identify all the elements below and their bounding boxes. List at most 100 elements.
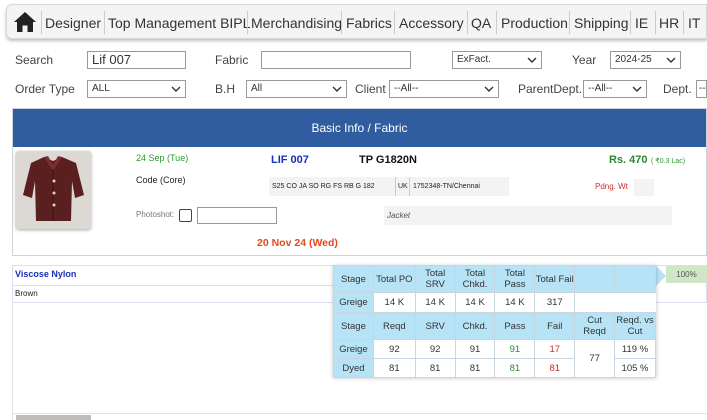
nav-divider <box>104 11 105 34</box>
po-reference: 1752348-TN/Chennai <box>409 177 480 196</box>
order-date: 24 Sep (Tue) <box>136 153 189 163</box>
fabric-input[interactable] <box>261 51 411 69</box>
stage-cell: Dyed <box>333 358 374 378</box>
table-cell: 81 <box>494 358 536 378</box>
photoshot-input[interactable] <box>197 207 277 224</box>
parent-dept-value: --All-- <box>588 83 613 94</box>
category-box: Jacket <box>384 206 672 225</box>
fabric-label: Fabric <box>215 53 249 67</box>
nav-divider <box>341 11 342 34</box>
product-photo[interactable] <box>16 151 91 229</box>
jacket-image <box>16 151 91 229</box>
date-type-value: ExFact. <box>457 54 491 65</box>
style-description: S25 CO JA SO RG FS RB G 182 <box>272 183 375 190</box>
nav-divider <box>496 11 497 34</box>
bh-select[interactable]: All <box>246 80 347 98</box>
header-cell: Reqd <box>372 312 416 340</box>
header-cell: Stage <box>333 312 374 340</box>
header-cell <box>614 265 656 293</box>
header-cell: Stage <box>333 265 374 293</box>
client-label: Client <box>355 82 386 96</box>
table-cell: 81 <box>534 358 576 378</box>
table-row: Greige 14 K 14 K 14 K 14 K 317 <box>333 292 656 313</box>
client-select[interactable]: --All-- <box>389 80 499 98</box>
nav-shipping[interactable]: Shipping <box>574 15 629 31</box>
stage-cell: Greige <box>333 292 374 313</box>
nav-designer[interactable]: Designer <box>45 15 101 31</box>
table-cell: 14 K <box>494 292 536 313</box>
year-select[interactable]: 2024-25 <box>610 51 681 69</box>
table-cell: 91 <box>454 339 496 359</box>
year-value: 2024-25 <box>615 54 652 65</box>
tooltip-arrow <box>656 266 666 286</box>
country-code: UK <box>395 177 408 196</box>
pending-weight: Pdng. Wt <box>595 182 628 191</box>
table-row: Greige 92 92 91 91 17 77 119 % <box>333 339 656 378</box>
fabric-name[interactable]: Viscose Nylon <box>15 269 76 279</box>
table-cell: 105 % <box>614 358 656 378</box>
table-cell: 17 <box>534 339 576 359</box>
nav-it[interactable]: IT <box>688 15 700 31</box>
header-cell: Total PO <box>372 265 416 293</box>
dept-select[interactable]: -- <box>696 80 707 98</box>
parent-dept-label: ParentDept. <box>518 82 583 96</box>
nav-fabrics[interactable]: Fabrics <box>346 15 392 31</box>
chevron-down-icon <box>171 86 181 92</box>
header-cell: Total SRV <box>414 265 456 293</box>
search-input[interactable]: Lif 007 <box>87 51 186 69</box>
table-cell: 81 <box>414 358 456 378</box>
nav-divider <box>683 11 684 34</box>
chevron-down-icon <box>666 57 676 63</box>
table-header-row: Stage Reqd SRV Chkd. Pass Fail Cut Reqd … <box>333 312 656 340</box>
nav-qa[interactable]: QA <box>471 15 491 31</box>
table-cell: 14 K <box>372 292 416 313</box>
category: Jacket <box>387 211 411 220</box>
fabric-percent: 100% <box>666 266 707 283</box>
nav-production[interactable]: Production <box>501 15 568 31</box>
nav-top-management[interactable]: Top Management BIPL <box>108 15 250 31</box>
table-cell: 81 <box>454 358 496 378</box>
chevron-down-icon <box>632 86 642 92</box>
style-number[interactable]: LIF 007 <box>271 154 309 166</box>
nav-ie[interactable]: IE <box>635 15 648 31</box>
cut-reqd-cell: 77 <box>574 339 616 378</box>
price-lac: ( ₹0.3 Lac) <box>651 158 686 165</box>
ex-factory-date: 20 Nov 24 (Wed) <box>257 237 338 249</box>
table-cell: 81 <box>372 358 416 378</box>
header-cell: Chkd. <box>454 312 496 340</box>
header-cell: SRV <box>414 312 456 340</box>
nav-merchandising[interactable]: Merchandising <box>251 15 342 31</box>
date-type-select[interactable]: ExFact. <box>452 51 542 69</box>
code-label: Code (Core) <box>136 175 186 185</box>
header-cell: Total Pass <box>494 265 536 293</box>
nav-divider <box>569 11 570 34</box>
table-cell: 14 K <box>454 292 496 313</box>
next-product-photo[interactable] <box>16 415 91 420</box>
chevron-down-icon <box>332 86 342 92</box>
description-box: S25 CO JA SO RG FS RB G 182 UK 1752348-T… <box>269 177 509 196</box>
row-border <box>12 413 707 414</box>
header-cell: Pass <box>494 312 536 340</box>
home-icon[interactable] <box>12 10 38 34</box>
table-header-row: Stage Total PO Total SRV Total Chkd. Tot… <box>333 265 656 293</box>
table-cell <box>574 292 656 313</box>
table-cell: 92 <box>414 339 456 359</box>
search-label: Search <box>15 53 54 67</box>
photoshot-checkbox[interactable] <box>179 209 192 222</box>
parent-dept-select[interactable]: --All-- <box>583 80 647 98</box>
table-cell: 119 % <box>614 339 656 359</box>
nav-divider <box>394 11 395 34</box>
chevron-down-icon <box>484 86 494 92</box>
basic-info-card: Basic Info / Fabric 24 Sep (Tue) Code (C… <box>12 108 707 256</box>
stage-summary-popup: Stage Total PO Total SRV Total Chkd. Tot… <box>333 265 656 378</box>
nav-hr[interactable]: HR <box>659 15 679 31</box>
top-nav: Designer Top Management BIPL Merchandisi… <box>6 4 707 39</box>
photoshot-label: Photoshot: <box>136 210 175 219</box>
order-type-select[interactable]: ALL <box>87 80 186 98</box>
stage-table: Stage Total PO Total SRV Total Chkd. Tot… <box>333 265 656 378</box>
dept-label: Dept. <box>663 82 692 96</box>
header-cell: Total Chkd. <box>454 265 496 293</box>
order-type-label: Order Type <box>15 82 75 96</box>
chevron-down-icon <box>527 57 537 63</box>
nav-accessory[interactable]: Accessory <box>399 15 464 31</box>
